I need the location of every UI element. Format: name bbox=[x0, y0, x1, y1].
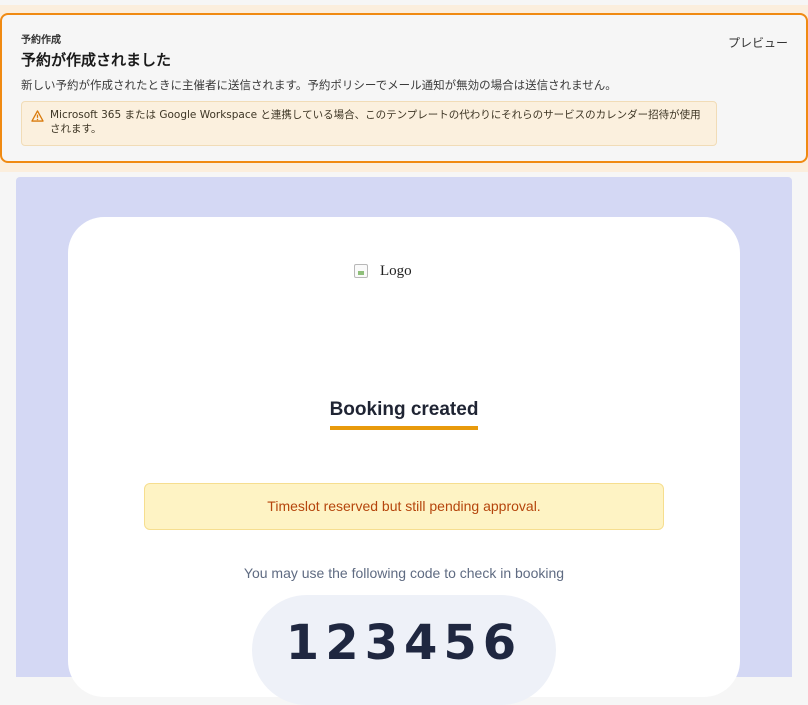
integration-warning-text: Microsoft 365 または Google Workspace と連携して… bbox=[50, 109, 701, 135]
template-category: 予約作成 bbox=[21, 35, 61, 46]
template-description: 新しい予約が作成されたときに主催者に送信されます。予約ポリシーでメール通知が無効… bbox=[21, 78, 617, 92]
email-heading-text: Booking created bbox=[329, 399, 479, 430]
warning-triangle-icon bbox=[31, 110, 44, 122]
template-title: 予約が作成されました bbox=[21, 51, 172, 69]
email-heading: Booking created bbox=[68, 399, 740, 430]
checkin-code-pill: 123456 bbox=[252, 595, 556, 705]
email-logo: Logo bbox=[354, 262, 412, 280]
pending-approval-notice: Timeslot reserved but still pending appr… bbox=[144, 483, 664, 530]
checkin-code: 123456 bbox=[285, 615, 523, 671]
broken-image-icon bbox=[354, 264, 368, 278]
email-preview-area: Logo Booking created Timeslot reserved b… bbox=[16, 177, 792, 705]
checkin-instructions: You may use the following code to check … bbox=[243, 565, 565, 581]
integration-warning: Microsoft 365 または Google Workspace と連携して… bbox=[21, 101, 717, 146]
template-header-card[interactable]: 予約作成 予約が作成されました プレビュー 新しい予約が作成されたときに主催者に… bbox=[0, 13, 808, 163]
email-card: Logo Booking created Timeslot reserved b… bbox=[68, 217, 740, 705]
preview-button[interactable]: プレビュー bbox=[728, 34, 788, 51]
logo-alt-text: Logo bbox=[380, 262, 412, 279]
